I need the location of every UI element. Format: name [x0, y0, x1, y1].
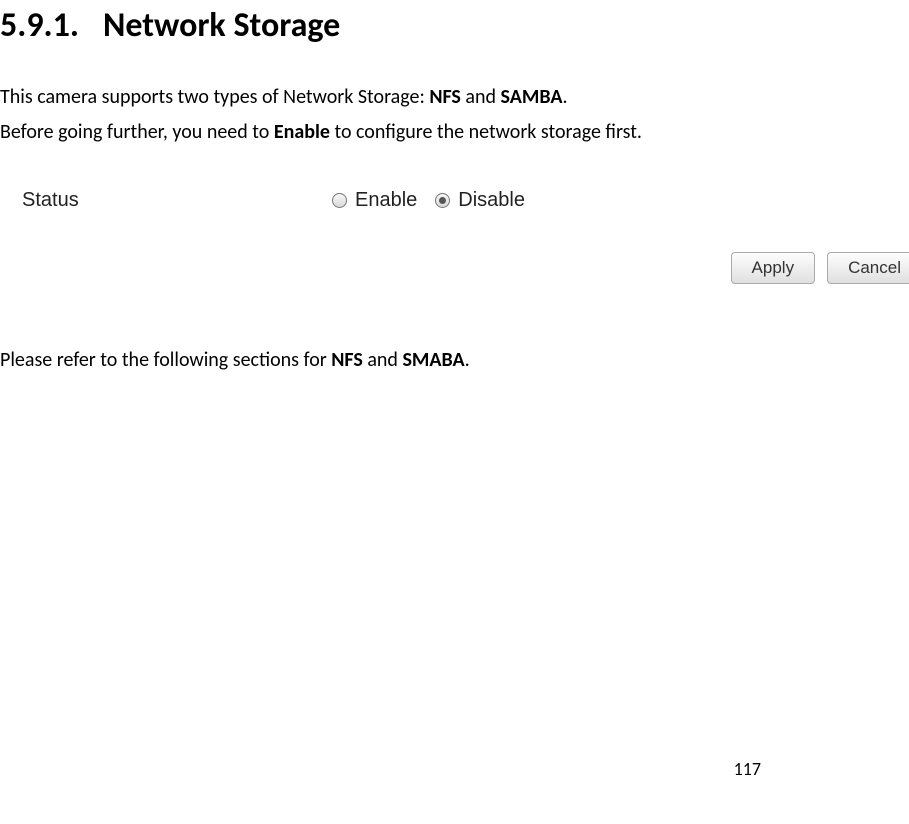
nfs-bold-2: NFS	[331, 348, 363, 372]
disable-radio[interactable]	[435, 193, 450, 208]
heading-title: Network Storage	[103, 5, 340, 46]
enable-bold: Enable	[274, 120, 330, 144]
intro-line-1: This camera supports two types of Networ…	[0, 82, 909, 113]
outro-text: Please refer to the following sections f…	[0, 348, 909, 372]
disable-radio-label: Disable	[458, 189, 525, 212]
page-number: 117	[734, 758, 761, 780]
section-heading: 5.9.1. Network Storage	[0, 0, 909, 46]
intro-line-2: Before going further, you need to Enable…	[0, 117, 909, 148]
status-radio-group: Enable Disable	[332, 189, 537, 212]
outro-text-span: Please refer to the following sections f…	[0, 348, 331, 372]
smaba-bold: SMABA	[402, 348, 464, 372]
status-row: Status Enable Disable	[22, 180, 909, 220]
samba-bold: SAMBA	[501, 85, 563, 109]
enable-radio[interactable]	[332, 193, 347, 208]
heading-number: 5.9.1.	[0, 5, 79, 46]
outro-text-span: .	[465, 348, 470, 372]
cancel-button[interactable]: Cancel	[827, 252, 909, 284]
apply-button[interactable]: Apply	[731, 252, 816, 284]
settings-figure: Status Enable Disable Apply Cancel	[22, 180, 909, 308]
button-row: Apply Cancel	[731, 252, 909, 284]
intro-text: .	[562, 85, 567, 109]
nfs-bold: NFS	[429, 85, 461, 109]
outro-text-span: and	[363, 348, 403, 372]
intro-text: and	[461, 85, 501, 109]
intro-text: This camera supports two types of Networ…	[0, 85, 429, 109]
intro-text: Before going further, you need to	[0, 120, 274, 144]
enable-radio-label: Enable	[355, 189, 417, 212]
intro-text: to configure the network storage first.	[330, 120, 642, 144]
status-label: Status	[22, 189, 332, 212]
